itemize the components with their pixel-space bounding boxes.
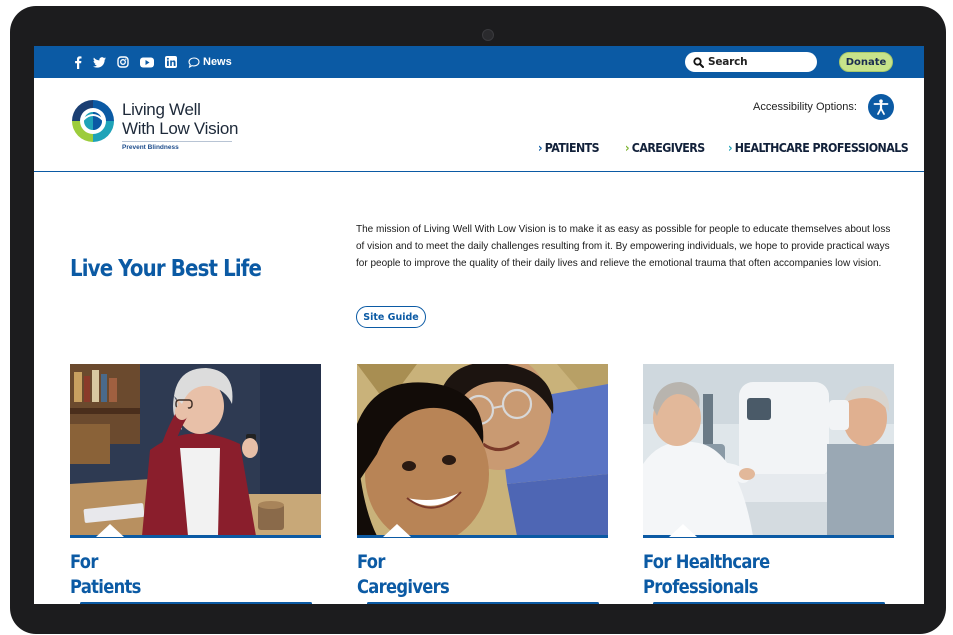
card-bottom-rule: [653, 602, 885, 604]
card-bottom-rule: [367, 602, 599, 604]
search-icon: [693, 56, 704, 68]
card-caregivers[interactable]: For Caregivers: [357, 364, 608, 604]
nav-patients[interactable]: › PATIENTS: [538, 138, 600, 158]
nav-patients-label: PATIENTS: [544, 141, 600, 155]
nav-healthcare-professionals[interactable]: › HEALTHCARE PROFESSIONALS: [728, 138, 909, 158]
card-notch: [383, 524, 411, 537]
card-bottom-rule: [80, 602, 312, 604]
site-guide-button[interactable]: Site Guide: [356, 306, 426, 328]
card-healthcare-line1: For Healthcare: [643, 551, 770, 573]
card-caregivers-line1: For: [357, 551, 385, 573]
accessibility-label: Accessibility Options:: [753, 101, 857, 113]
youtube-icon[interactable]: [140, 46, 154, 78]
hero-title: Live Your Best Life: [70, 256, 262, 282]
logo-eye-icon: [72, 100, 114, 142]
healthcare-photo: [643, 364, 894, 536]
card-healthcare-line2: Professionals: [643, 576, 758, 598]
logo-text-line2: With Low Vision: [122, 119, 239, 138]
chevron-right-icon: ›: [625, 141, 630, 155]
social-links: News: [74, 46, 232, 78]
camera-icon: [482, 29, 494, 41]
mission-statement: The mission of Living Well With Low Visi…: [356, 224, 891, 269]
patients-photo: [70, 364, 321, 536]
nav-caregivers-label: CAREGIVERS: [631, 141, 705, 155]
donate-button[interactable]: Donate: [839, 52, 893, 72]
caregivers-photo: [357, 364, 608, 536]
logo-tagline: Prevent Blindness: [122, 141, 232, 151]
card-caregivers-title: For Caregivers: [357, 550, 450, 600]
site-header: Living Well With Low Vision Prevent Blin…: [34, 78, 924, 172]
card-caregivers-line2: Caregivers: [357, 576, 450, 598]
card-healthcare-professionals[interactable]: For Healthcare Professionals: [643, 364, 894, 604]
card-patients-line2: Patients: [70, 576, 141, 598]
site-logo[interactable]: Living Well With Low Vision Prevent Blin…: [70, 96, 250, 154]
instagram-icon[interactable]: [117, 46, 129, 78]
nav-healthcare-label: HEALTHCARE PROFESSIONALS: [734, 141, 909, 155]
news-link[interactable]: News: [188, 46, 232, 78]
top-bar: News Search Donate: [34, 46, 924, 78]
card-healthcare-title: For Healthcare Professionals: [643, 550, 770, 600]
chevron-right-icon: ›: [538, 141, 543, 155]
search-input[interactable]: Search: [685, 52, 817, 72]
card-notch: [669, 524, 697, 537]
logo-text-line1: Living Well: [122, 100, 201, 119]
chat-bubble-icon: [188, 56, 200, 68]
search-label: Search: [708, 56, 748, 68]
news-label: News: [203, 56, 232, 68]
chevron-right-icon: ›: [728, 141, 733, 155]
linkedin-icon[interactable]: [165, 46, 177, 78]
nav-caregivers[interactable]: › CAREGIVERS: [625, 138, 705, 158]
card-patients-title: For Patients: [70, 550, 141, 600]
facebook-icon[interactable]: [74, 46, 82, 78]
card-patients[interactable]: For Patients: [70, 364, 321, 604]
accessibility-icon[interactable]: [868, 94, 894, 120]
twitter-icon[interactable]: [93, 46, 106, 78]
card-patients-line1: For: [70, 551, 98, 573]
card-notch: [96, 524, 124, 537]
browser-screen: News Search Donate Living Well With Low …: [34, 46, 924, 604]
